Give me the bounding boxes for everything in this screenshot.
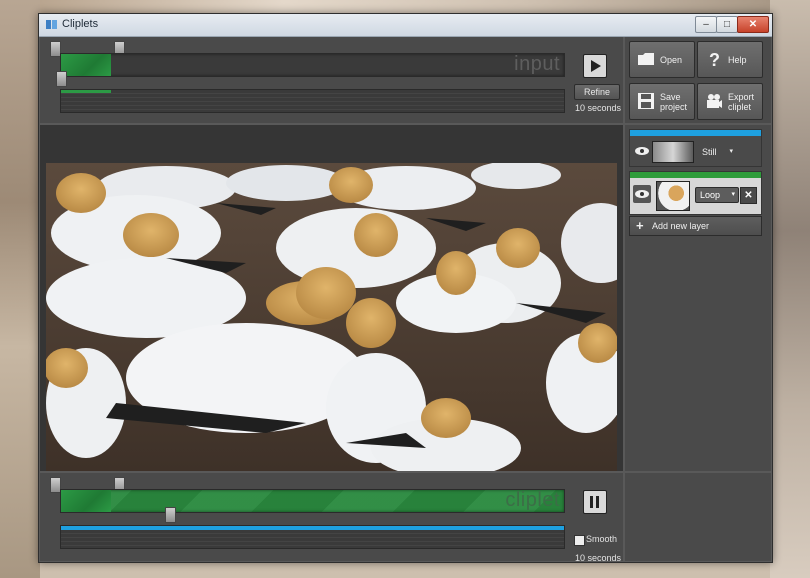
video-preview-image[interactable] bbox=[46, 163, 617, 471]
cliplet-playhead[interactable] bbox=[165, 507, 176, 523]
layer-loop-color-bar bbox=[630, 172, 761, 178]
chevron-down-icon: ▾ bbox=[731, 191, 735, 198]
maximize-button[interactable]: □ bbox=[716, 16, 738, 33]
layer-loop-mode-dropdown[interactable]: Loop ▾ bbox=[695, 187, 739, 203]
svg-text:?: ? bbox=[709, 50, 720, 68]
layer-loop-visibility-toggle[interactable] bbox=[633, 185, 651, 203]
export-cliplet-label: Export cliplet bbox=[728, 92, 760, 112]
plus-icon: + bbox=[636, 218, 644, 233]
export-label-line-2: cliplet bbox=[728, 102, 752, 112]
input-playhead[interactable] bbox=[56, 71, 67, 87]
delete-layer-button[interactable]: ✕ bbox=[740, 187, 757, 204]
add-new-layer-label: Add new layer bbox=[652, 221, 710, 231]
save-icon bbox=[638, 93, 654, 109]
layer-still-thumbnail bbox=[652, 141, 694, 163]
cliplet-smooth-track[interactable] bbox=[60, 525, 565, 549]
refine-button[interactable]: Refine bbox=[574, 84, 620, 100]
export-label-line-1: Export bbox=[728, 92, 755, 102]
input-timeline-panel: input Refine 10 seconds bbox=[40, 37, 623, 123]
cliplet-smooth-bar bbox=[61, 526, 564, 530]
close-window-button[interactable]: ✕ bbox=[737, 16, 769, 33]
layer-loop-mode-label: Loop bbox=[700, 190, 721, 200]
chevron-down-icon: ▾ bbox=[729, 148, 733, 155]
layer-item-loop[interactable]: Loop ▾ ✕ bbox=[629, 171, 762, 215]
smooth-checkbox[interactable] bbox=[574, 535, 585, 546]
layer-still-mode-dropdown[interactable]: Still ▾ bbox=[697, 144, 737, 160]
window-title: Cliplets bbox=[62, 18, 99, 30]
smooth-label: Smooth bbox=[586, 534, 618, 544]
layer-item-still[interactable]: Still ▾ bbox=[629, 129, 762, 167]
video-camera-icon bbox=[707, 94, 722, 108]
action-buttons-panel: Open ? Help Save project Export cliplet bbox=[625, 37, 771, 123]
gannets-photo bbox=[46, 163, 617, 471]
right-bottom-panel bbox=[625, 473, 771, 561]
help-label: Help bbox=[728, 55, 747, 65]
save-label-line-1: Save bbox=[660, 92, 681, 102]
folder-icon bbox=[638, 53, 654, 65]
input-track-label: input bbox=[514, 53, 560, 75]
cliplet-duration: 10 seconds bbox=[575, 553, 622, 563]
save-project-label: Save project bbox=[660, 92, 692, 112]
layer-still-color-bar bbox=[630, 130, 761, 136]
pause-button[interactable] bbox=[583, 490, 607, 514]
input-track[interactable]: input bbox=[60, 53, 565, 77]
cliplet-track[interactable]: cliplet bbox=[60, 489, 565, 513]
save-project-button[interactable]: Save project bbox=[629, 83, 695, 120]
cliplet-track-label: cliplet bbox=[505, 489, 560, 511]
layers-panel: Still ▾ Loop ▾ ✕ + Add new layer bbox=[625, 125, 771, 471]
cliplet-selection bbox=[61, 490, 111, 512]
minimize-button[interactable]: – bbox=[695, 16, 717, 33]
input-refine-track[interactable] bbox=[60, 89, 565, 113]
preview-area bbox=[40, 125, 623, 471]
close-icon: ✕ bbox=[744, 190, 753, 201]
play-button[interactable] bbox=[583, 54, 607, 78]
open-button[interactable]: Open bbox=[629, 41, 695, 78]
eye-icon[interactable] bbox=[635, 147, 649, 155]
title-bar: Cliplets – □ ✕ bbox=[39, 14, 772, 37]
help-icon: ? bbox=[709, 50, 720, 68]
desktop-background-left bbox=[0, 0, 40, 578]
cliplets-app-icon bbox=[46, 19, 57, 30]
input-duration: 10 seconds bbox=[575, 103, 622, 113]
export-cliplet-button[interactable]: Export cliplet bbox=[697, 83, 763, 120]
input-refine-bar bbox=[61, 90, 111, 93]
save-label-line-2: project bbox=[660, 102, 688, 112]
layer-loop-thumbnail bbox=[656, 181, 690, 211]
desktop-background-right bbox=[770, 0, 810, 578]
add-new-layer-button[interactable]: + Add new layer bbox=[629, 216, 762, 236]
eye-icon bbox=[635, 190, 649, 198]
pause-icon bbox=[590, 496, 600, 508]
help-button[interactable]: ? Help bbox=[697, 41, 763, 78]
play-icon bbox=[591, 60, 601, 72]
cliplet-timeline-panel: cliplet Smooth 10 seconds bbox=[40, 473, 623, 563]
input-selection bbox=[61, 54, 111, 76]
layer-still-mode-label: Still bbox=[702, 147, 717, 157]
cliplets-window: Cliplets – □ ✕ input Refine 10 seconds O… bbox=[38, 13, 773, 563]
open-label: Open bbox=[660, 55, 683, 65]
